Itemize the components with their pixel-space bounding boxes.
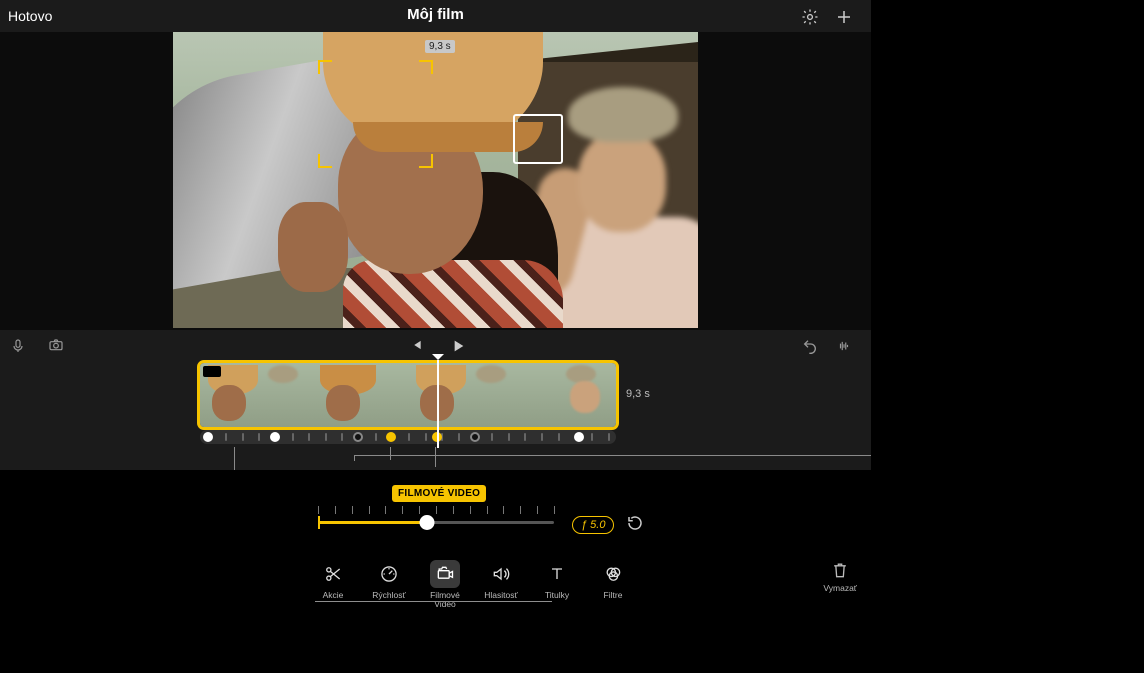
scissors-icon [318,560,348,588]
reset-icon[interactable] [626,514,648,536]
filters-icon [598,560,628,588]
waveform-icon[interactable] [835,339,853,358]
tool-volume[interactable]: Hlasitosť [480,560,522,610]
inspector-tool-strip: Akcie Rýchlosť Filmové Video Hlasitosť Titul… [312,560,634,610]
delete-label: Vymazať [823,583,857,593]
tool-label: Titulky [545,591,569,600]
secondary-subject-box[interactable] [513,114,563,164]
letterbox-right [871,0,1144,673]
preview-frame: 9,3 s [173,32,698,328]
tool-label: Filtre [604,591,623,600]
tool-label: Hlasitosť [484,591,517,600]
focus-keyframe-track[interactable] [200,430,616,444]
focus-keyframe[interactable] [574,432,584,442]
focus-keyframe[interactable] [353,432,363,442]
microphone-icon[interactable] [10,337,26,360]
tool-titles[interactable]: Titulky [536,560,578,610]
preview-viewer[interactable]: 9,3 s [0,32,871,330]
aperture-slider[interactable] [318,506,554,530]
titles-icon [542,560,572,588]
focus-keyframe[interactable] [386,432,396,442]
skip-back-icon[interactable] [408,338,424,357]
aperture-value-pill[interactable]: ƒ 5.0 [572,516,614,534]
gauge-icon [374,560,404,588]
annotation-line [354,455,355,461]
focus-keyframe[interactable] [270,432,280,442]
clip-duration-badge: 9,3 s [425,40,455,53]
plus-icon[interactable] [835,8,853,26]
project-title: Môj film [0,6,871,23]
tool-speed[interactable]: Rýchlosť [368,560,410,610]
delete-button[interactable]: Vymazať [823,560,857,593]
tool-actions[interactable]: Akcie [312,560,354,610]
letterbox-bottom [0,610,871,673]
cinematic-icon [430,560,460,588]
focus-keyframe[interactable] [203,432,213,442]
speaker-icon [486,560,516,588]
tool-filters[interactable]: Filtre [592,560,634,610]
camera-icon[interactable] [46,337,66,358]
cinematic-clip-badge-icon [203,366,221,377]
tool-label: Akcie [323,591,344,600]
annotation-line [390,447,391,460]
header-bar: Hotovo Môj film [0,0,871,32]
play-icon[interactable] [450,338,466,359]
gear-icon[interactable] [801,8,819,26]
cinematic-mode-badge: FILMOVÉ VIDEO [392,485,486,502]
timeline-clip-duration: 9,3 s [626,388,650,400]
tool-cinematic[interactable]: Filmové Video [424,560,466,610]
tool-strip-underline [315,601,552,602]
timeline-playhead[interactable] [437,360,439,448]
timeline-clip[interactable] [200,363,616,427]
focus-keyframe[interactable] [470,432,480,442]
primary-focus-box[interactable] [318,60,433,168]
tool-label: Rýchlosť [372,591,405,600]
undo-icon[interactable] [801,338,819,359]
annotation-line [435,447,436,467]
